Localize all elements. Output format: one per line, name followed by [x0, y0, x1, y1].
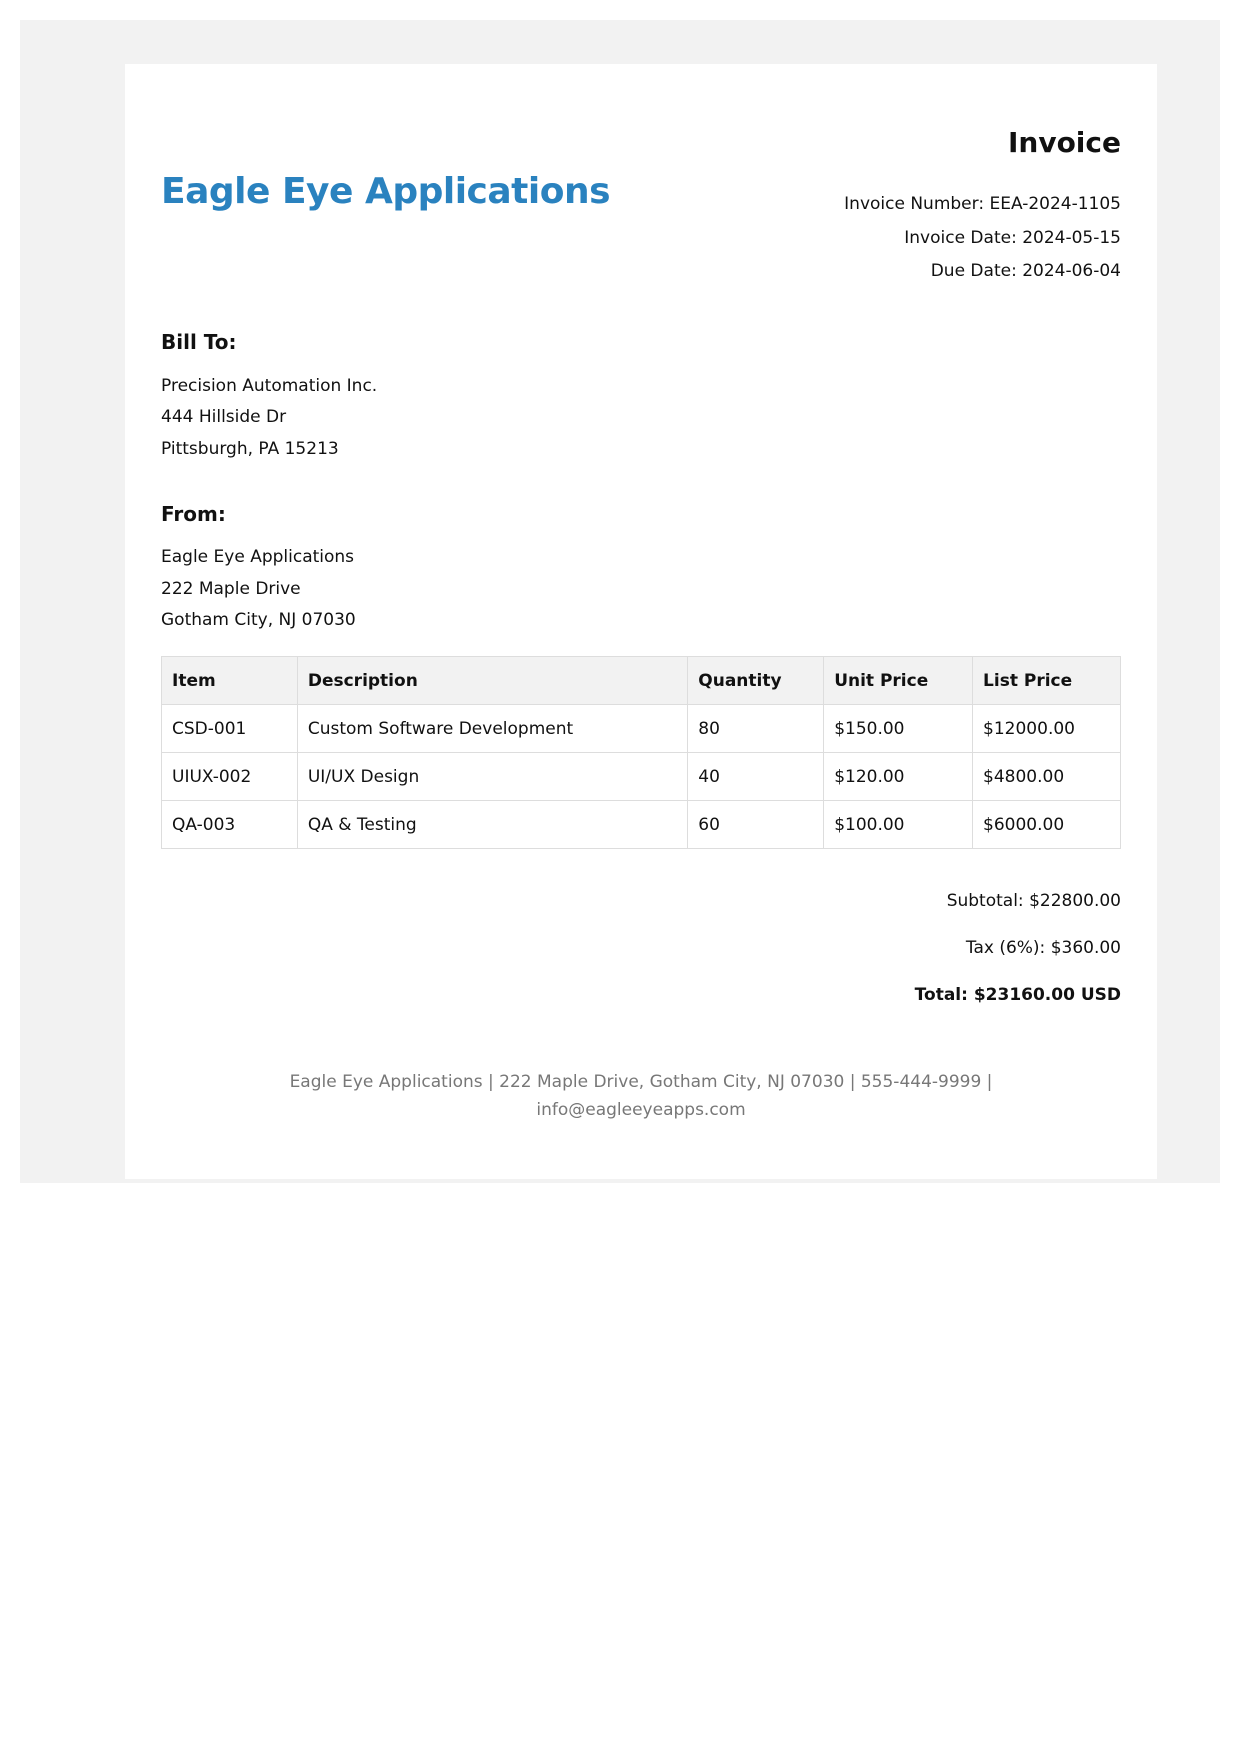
cell-quantity: 40: [687, 752, 825, 801]
company-name: Eagle Eye Applications: [161, 171, 611, 212]
subtotal: Subtotal: $22800.00: [946, 891, 1121, 911]
table-row: QA-003 QA & Testing 60 $100.00 $6000.00: [161, 800, 1121, 849]
from-line: 222 Maple Drive: [161, 579, 301, 599]
line-items-table: Item Description Quantity Unit Price Lis…: [161, 656, 1121, 849]
table-row: CSD-001 Custom Software Development 80 $…: [161, 704, 1121, 753]
cell-description: QA & Testing: [296, 800, 689, 849]
invoice-document: Eagle Eye Applications Invoice Invoice N…: [125, 64, 1157, 1179]
cell-list-price: $4800.00: [972, 752, 1121, 801]
cell-item: UIUX-002: [161, 752, 298, 801]
total: Total: $23160.00 USD: [914, 985, 1121, 1005]
column-header-quantity: Quantity: [687, 656, 825, 705]
from-line: Eagle Eye Applications: [161, 547, 355, 567]
column-header-list-price: List Price: [972, 656, 1121, 705]
cell-item: QA-003: [161, 800, 298, 849]
table-row: UIUX-002 UI/UX Design 40 $120.00 $4800.0…: [161, 752, 1121, 801]
cell-quantity: 60: [687, 800, 825, 849]
column-header-item: Item: [161, 656, 298, 705]
cell-description: UI/UX Design: [296, 752, 689, 801]
cell-list-price: $12000.00: [972, 704, 1121, 753]
column-header-unit-price: Unit Price: [823, 656, 974, 705]
invoice-date: Invoice Date: 2024-05-15: [904, 228, 1121, 248]
footer-email: info@eagleeyeapps.com: [536, 1100, 746, 1120]
cell-item: CSD-001: [161, 704, 298, 753]
bill-to-line: 444 Hillside Dr: [161, 407, 287, 427]
cell-quantity: 80: [687, 704, 825, 753]
invoice-title: Invoice: [1007, 126, 1121, 159]
cell-list-price: $6000.00: [972, 800, 1121, 849]
bill-to-heading: Bill To:: [161, 330, 237, 354]
bill-to-line: Precision Automation Inc.: [161, 376, 378, 396]
due-date: Due Date: 2024-06-04: [930, 261, 1121, 281]
from-line: Gotham City, NJ 07030: [161, 610, 356, 630]
table-header-row: Item Description Quantity Unit Price Lis…: [161, 656, 1121, 705]
cell-unit-price: $120.00: [823, 752, 974, 801]
cell-unit-price: $150.00: [823, 704, 974, 753]
invoice-number: Invoice Number: EEA-2024-1105: [844, 194, 1121, 214]
footer-contact: Eagle Eye Applications | 222 Maple Drive…: [289, 1072, 993, 1092]
cell-unit-price: $100.00: [823, 800, 974, 849]
cell-description: Custom Software Development: [296, 704, 689, 753]
tax: Tax (6%): $360.00: [965, 938, 1121, 958]
from-heading: From:: [161, 502, 226, 526]
column-header-description: Description: [296, 656, 689, 705]
bill-to-line: Pittsburgh, PA 15213: [161, 439, 339, 459]
page-background: Eagle Eye Applications Invoice Invoice N…: [20, 20, 1220, 1183]
